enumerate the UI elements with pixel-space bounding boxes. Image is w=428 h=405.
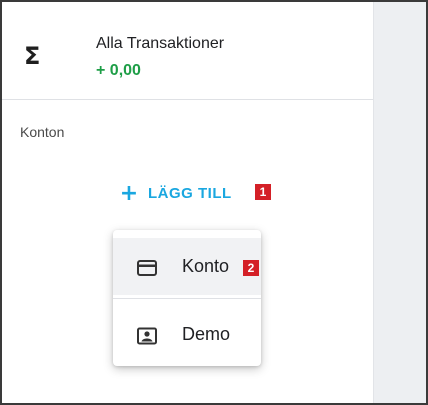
step-badge-2: 2: [243, 260, 259, 276]
credit-card-icon: [136, 259, 158, 277]
plus-icon: +: [119, 181, 139, 206]
step-badge-1: 1: [255, 184, 271, 200]
all-transactions-row[interactable]: Σ Alla Transaktioner + 0,00: [0, 0, 373, 100]
menu-divider: [113, 298, 261, 299]
menu-item-konto-label: Konto: [182, 256, 230, 276]
sigma-icon: Σ: [24, 42, 41, 70]
all-transactions-amount: + 0,00: [96, 62, 141, 79]
menu-item-demo[interactable]: Demo: [113, 306, 261, 363]
menu-item-demo-label: Demo: [182, 324, 231, 344]
add-button-label: LÄGG TILL: [148, 185, 232, 202]
menu-item-konto[interactable]: Konto 2: [113, 238, 261, 295]
main-content-pane: [373, 0, 428, 405]
add-button[interactable]: + LÄGG TILL: [118, 180, 232, 208]
contact-card-icon: [136, 327, 158, 345]
all-transactions-title: Alla Transaktioner: [96, 35, 225, 52]
accounts-section-label: Konton: [20, 124, 65, 140]
sidebar: Σ Alla Transaktioner + 0,00 Konton + LÄG…: [0, 0, 373, 405]
add-menu: Konto 2 Demo: [113, 230, 261, 366]
